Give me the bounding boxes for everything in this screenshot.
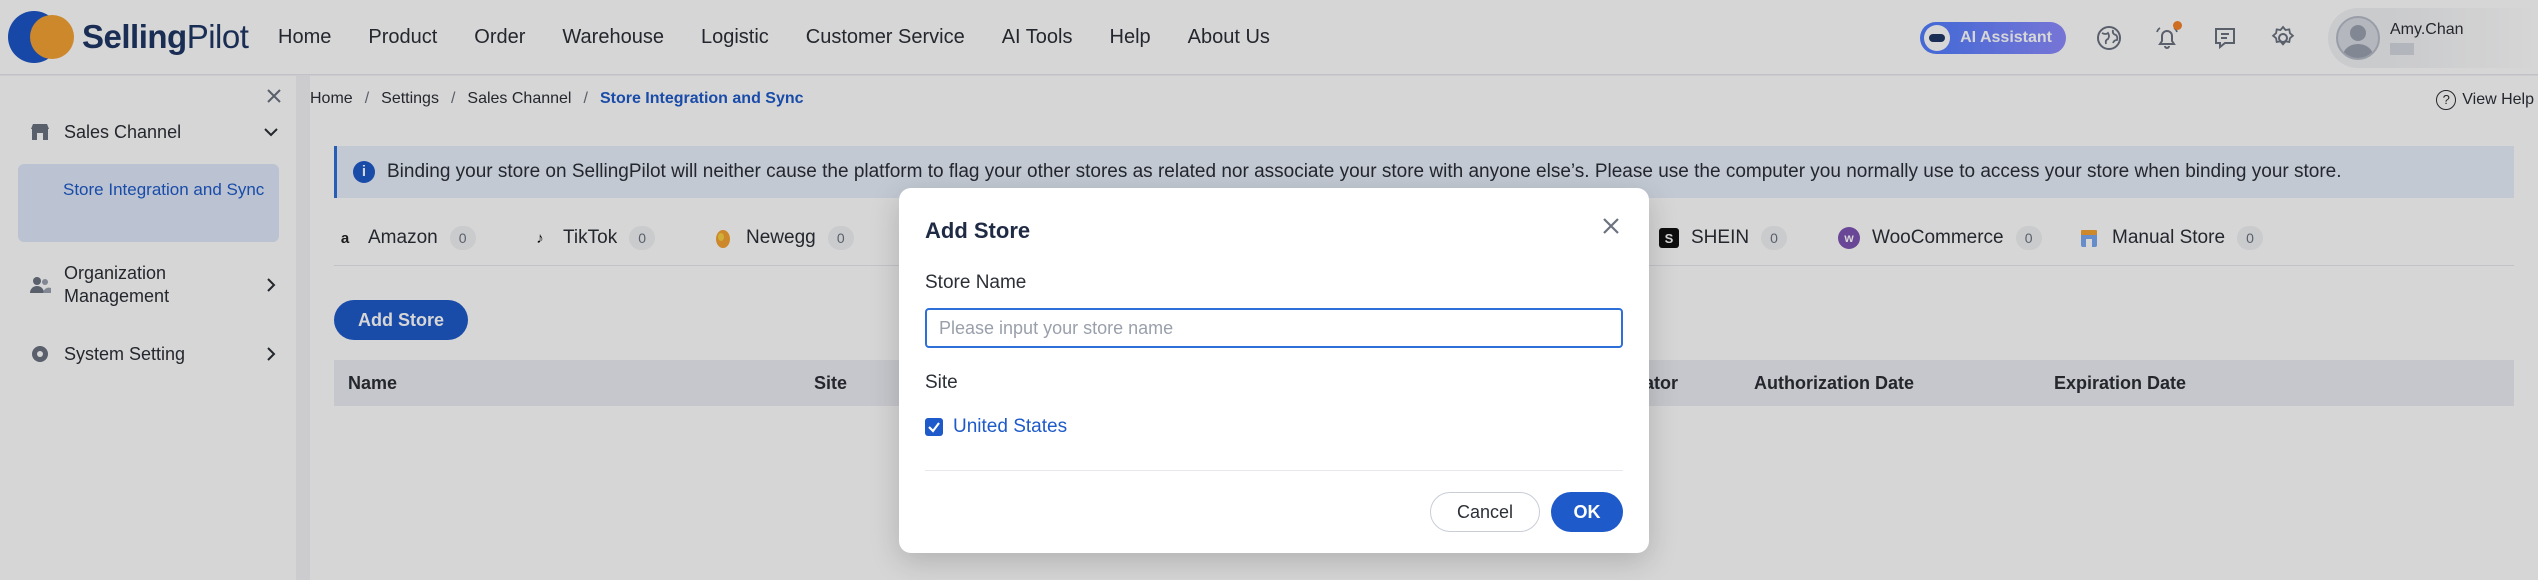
add-store-dialog: Add Store Store Name Site United States … <box>899 188 1649 553</box>
cancel-button[interactable]: Cancel <box>1430 492 1540 532</box>
dialog-divider <box>925 470 1623 471</box>
site-label: Site <box>925 372 958 393</box>
store-name-label: Store Name <box>925 272 1027 293</box>
site-option-united-states[interactable]: United States <box>925 416 1067 438</box>
site-option-label: United States <box>953 416 1068 437</box>
ok-button[interactable]: OK <box>1551 492 1623 532</box>
dialog-title: Add Store <box>925 218 1031 243</box>
store-name-input[interactable] <box>925 308 1623 348</box>
checkbox-checked-icon[interactable] <box>925 418 943 436</box>
close-icon[interactable] <box>1599 214 1623 238</box>
